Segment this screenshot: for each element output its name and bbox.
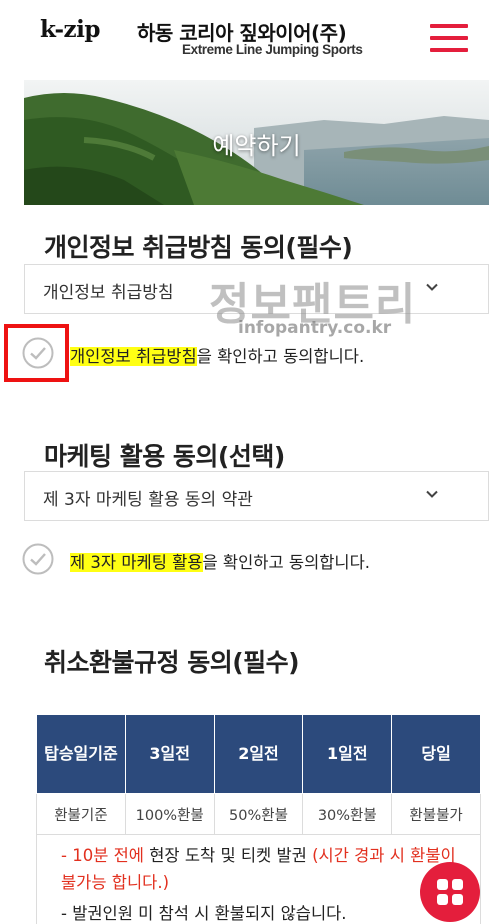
- privacy-agree-highlight: 개인정보 취급방침: [70, 347, 197, 366]
- marketing-dropdown-label: 제 3자 마케팅 활용 동의 약관: [43, 490, 253, 510]
- hero-banner: 예약하기: [24, 80, 489, 205]
- note-dash: -: [61, 846, 73, 865]
- refund-section-title: 취소환불규정 동의(필수): [44, 648, 300, 677]
- table-header-cell: 3일전: [124, 714, 215, 794]
- note-red-time: 10분 전에: [72, 846, 144, 865]
- table-header-cell: 1일전: [302, 714, 393, 794]
- privacy-agree-rest: 을 확인하고 동의합니다.: [196, 347, 365, 366]
- refund-note-arrival: - 10분 전에 현장 도착 및 티켓 발권 (시간 경과 시 환불이 불가능 …: [61, 842, 461, 896]
- table-cell: 50%환불: [213, 793, 304, 835]
- grid-menu-icon[interactable]: [420, 862, 480, 922]
- marketing-agree-rest: 을 확인하고 동의합니다.: [202, 553, 371, 572]
- table-row: 환불기준 100%환불 50%환불 30%환불 환불불가: [36, 793, 481, 835]
- table-cell: 환불기준: [36, 793, 126, 835]
- refund-policy-table: 탑승일기준 3일전 2일전 1일전 당일 환불기준 100%환불 50%환불 3…: [36, 714, 481, 835]
- marketing-section-title: 마케팅 활용 동의(선택): [44, 442, 285, 471]
- chevron-down-icon: [426, 283, 438, 291]
- table-header-cell: 당일: [391, 714, 481, 794]
- privacy-dropdown-label: 개인정보 취급방침: [43, 283, 174, 303]
- table-cell: 환불불가: [391, 793, 481, 835]
- table-header-cell: 2일전: [213, 714, 304, 794]
- table-cell: 30%환불: [302, 793, 393, 835]
- logo-subtitle: Extreme Line Jumping Sports: [182, 42, 363, 57]
- watermark-url: infopantry.co.kr: [238, 318, 392, 338]
- site-header: k-zip 하동 코리아 짚와이어(주) Extreme Line Jumpin…: [0, 0, 489, 80]
- logo-brand[interactable]: k-zip: [40, 16, 100, 43]
- check-circle-icon[interactable]: [22, 543, 54, 575]
- refund-note-absence: - 발권인원 미 참석 시 환불되지 않습니다.: [61, 904, 347, 923]
- table-cell: 100%환불: [124, 793, 215, 835]
- marketing-agree-label: 제 3자 마케팅 활용을 확인하고 동의합니다.: [70, 549, 370, 573]
- marketing-agree-highlight: 제 3자 마케팅 활용: [70, 553, 203, 572]
- privacy-section-title: 개인정보 취급방침 동의(필수): [44, 233, 353, 262]
- highlight-frame: [4, 324, 69, 382]
- marketing-terms-dropdown[interactable]: 제 3자 마케팅 활용 동의 약관: [24, 471, 489, 521]
- hamburger-icon[interactable]: [430, 24, 468, 52]
- note-text: 현장 도착 및 티켓 발권: [143, 846, 313, 865]
- hero-title: 예약하기: [212, 132, 301, 160]
- chevron-down-icon: [426, 490, 438, 498]
- refund-notes: - 10분 전에 현장 도착 및 티켓 발권 (시간 경과 시 환불이 불가능 …: [36, 832, 481, 924]
- table-header-cell: 탑승일기준: [36, 714, 126, 794]
- privacy-agree-label: 개인정보 취급방침을 확인하고 동의합니다.: [70, 343, 364, 367]
- table-header-row: 탑승일기준 3일전 2일전 1일전 당일: [36, 714, 481, 794]
